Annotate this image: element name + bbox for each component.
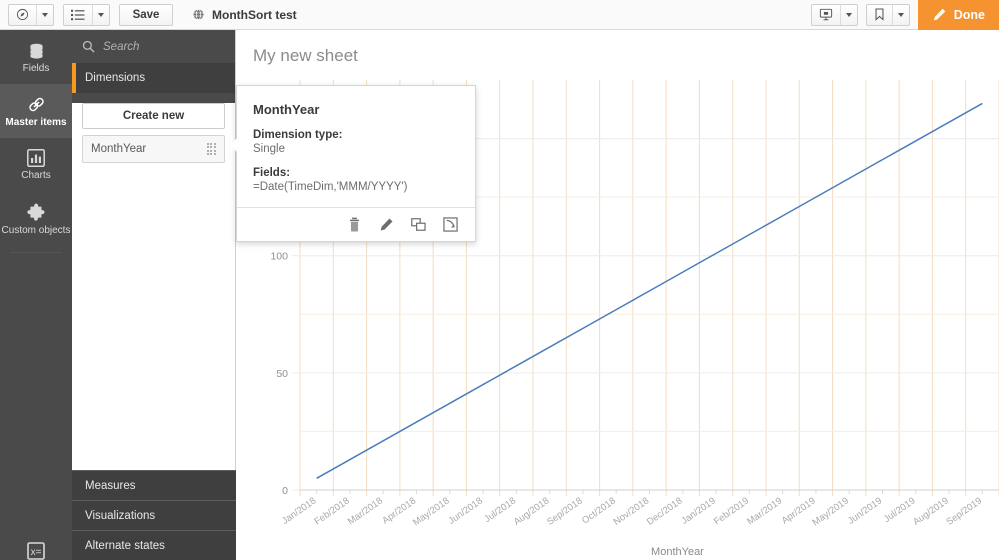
sheet-list-icon <box>64 5 92 25</box>
pencil-icon <box>932 7 947 22</box>
dimension-type-value: Single <box>253 143 285 155</box>
database-icon <box>27 41 46 60</box>
rail-divider <box>10 252 62 253</box>
sidebar-item-label: Master items <box>5 116 67 128</box>
bookmark-caret-icon[interactable] <box>891 4 909 25</box>
list-item[interactable]: MonthYear <box>82 135 225 163</box>
bookmark-button[interactable] <box>865 3 910 26</box>
x-axis-tick-label[interactable]: May/2018 <box>411 495 451 528</box>
sidebar-item-fields[interactable]: Fields <box>0 30 72 84</box>
presentation-icon <box>812 5 840 25</box>
save-button[interactable]: Save <box>119 3 173 26</box>
sidebar-item-variables[interactable]: x= <box>0 534 72 560</box>
fields-value: =Date(TimeDim,'MMM/YYYY') <box>253 181 408 193</box>
edit-icon[interactable] <box>377 216 395 234</box>
drag-handle-icon[interactable] <box>206 142 216 156</box>
delete-icon[interactable] <box>345 216 363 234</box>
x-axis-tick-label[interactable]: Aug/2019 <box>911 495 951 527</box>
x-axis-tick-label[interactable]: Feb/2019 <box>712 495 751 527</box>
sheet-list-button[interactable] <box>63 3 110 26</box>
edit-done-label: Done <box>953 7 985 22</box>
qlik-sense-window: Save MonthSort test Done Fields Master i… <box>0 0 999 560</box>
sheet-list-caret-icon[interactable] <box>92 4 109 25</box>
section-label: Measures <box>85 479 136 492</box>
add-to-sheet-icon[interactable] <box>441 216 459 234</box>
app-title-group: MonthSort test <box>192 8 297 22</box>
duplicate-icon[interactable] <box>409 216 427 234</box>
asset-panel: Search Dimensions Create new MonthYear M… <box>72 30 236 560</box>
sidebar-item-label: Charts <box>21 170 51 181</box>
y-axis-tick-label: 0 <box>282 485 288 497</box>
sidebar-item-master-items[interactable]: Master items <box>0 84 72 138</box>
app-title-text: MonthSort test <box>212 7 297 22</box>
section-header-visualizations[interactable]: Visualizations <box>72 500 236 530</box>
x-axis-tick-label[interactable]: Jun/2018 <box>446 495 484 526</box>
bar-chart-icon <box>27 149 45 167</box>
puzzle-icon <box>26 203 46 222</box>
dimension-label: MonthYear <box>91 143 147 155</box>
sidebar-item-custom-objects[interactable]: Custom objects <box>0 192 72 246</box>
edit-done-button[interactable]: Done <box>917 0 999 30</box>
toolbar-right-group: Done <box>810 0 999 30</box>
x-axis-tick-label[interactable]: Oct/2018 <box>580 495 618 526</box>
x-axis-tick-label[interactable]: Dec/2018 <box>645 495 685 527</box>
y-axis-tick-label: 100 <box>270 251 288 263</box>
x-axis-tick-label[interactable]: Jan/2018 <box>280 495 318 526</box>
y-axis-tick-label: 50 <box>276 368 288 380</box>
popover-title: MonthYear <box>253 102 320 117</box>
search-input[interactable]: Search <box>72 30 235 63</box>
asset-rail: Fields Master items Charts Custom object… <box>0 30 72 560</box>
x-axis-tick-label[interactable]: Feb/2018 <box>312 495 351 527</box>
sidebar-item-charts[interactable]: Charts <box>0 138 72 192</box>
variables-icon: x= <box>27 542 45 560</box>
navigation-caret-icon[interactable] <box>36 4 53 25</box>
x-axis-tick-label[interactable]: Sep/2019 <box>944 495 984 527</box>
dimension-type-label: Dimension type: <box>253 129 343 141</box>
create-new-button[interactable]: Create new <box>82 103 225 129</box>
panel-collapsed-sections: Measures Visualizations Alternate states <box>72 470 236 560</box>
popover-actions <box>237 207 475 241</box>
sidebar-item-label: Fields <box>22 62 50 74</box>
presentation-caret-icon[interactable] <box>839 4 857 25</box>
search-placeholder: Search <box>103 40 140 53</box>
toolbar-left-group: Save MonthSort test <box>0 3 297 26</box>
search-icon <box>82 40 95 53</box>
section-label: Alternate states <box>85 539 165 552</box>
section-header-measures[interactable]: Measures <box>72 470 236 500</box>
section-label: Dimensions <box>85 72 146 84</box>
link-icon <box>27 95 46 114</box>
x-axis-tick-label[interactable]: Mar/2018 <box>346 495 385 527</box>
page-title: My new sheet <box>253 46 358 65</box>
dimensions-list: Create new MonthYear <box>72 103 235 515</box>
x-axis-tick-label[interactable]: Sep/2018 <box>545 495 585 527</box>
x-axis-tick-label[interactable]: Mar/2019 <box>745 495 784 527</box>
section-label: Visualizations <box>85 509 156 522</box>
x-axis-tick-label[interactable]: Aug/2018 <box>512 495 552 527</box>
app-globe-icon <box>192 8 205 21</box>
top-toolbar: Save MonthSort test Done <box>0 0 999 30</box>
x-axis-tick-label[interactable]: Nov/2018 <box>612 495 652 527</box>
svg-text:x=: x= <box>31 547 42 558</box>
popover-body: MonthYear Dimension type: Single Fields:… <box>237 86 475 207</box>
navigation-menu-button[interactable] <box>8 3 54 26</box>
presentation-button[interactable] <box>810 3 858 26</box>
x-axis-tick-label[interactable]: Jun/2019 <box>846 495 884 526</box>
x-axis-title: MonthYear <box>651 546 704 558</box>
bookmark-icon <box>867 5 892 25</box>
section-header-alternate-states[interactable]: Alternate states <box>72 530 236 560</box>
x-axis-tick-label[interactable]: Jan/2019 <box>679 495 717 526</box>
section-header-dimensions[interactable]: Dimensions <box>72 63 235 93</box>
compass-icon <box>9 5 36 25</box>
dimension-details-popover: MonthYear Dimension type: Single Fields:… <box>230 85 476 242</box>
fields-label: Fields: <box>253 167 291 179</box>
sidebar-item-label: Custom objects <box>1 224 71 236</box>
x-axis-tick-label[interactable]: May/2019 <box>810 495 850 528</box>
